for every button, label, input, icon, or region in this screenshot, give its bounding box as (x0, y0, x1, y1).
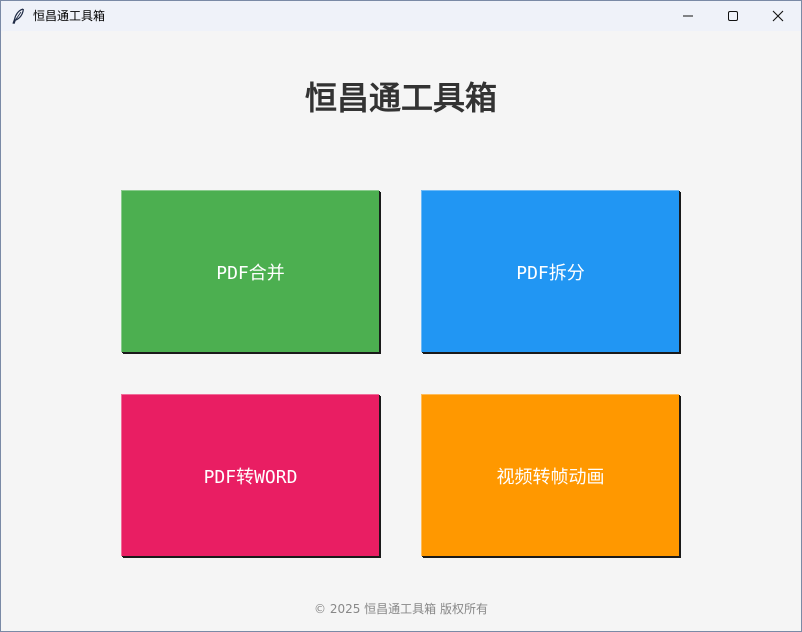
copyright-footer: © 2025 恒昌通工具箱 版权所有 (314, 602, 488, 616)
maximize-button[interactable] (710, 1, 756, 31)
pdf-split-button[interactable]: PDF拆分 (421, 190, 679, 352)
close-button[interactable] (755, 1, 801, 31)
close-icon (772, 7, 784, 26)
feather-icon (11, 8, 25, 24)
window-title: 恒昌通工具箱 (33, 9, 106, 23)
pdf-to-word-button[interactable]: PDF转WORD (121, 394, 379, 556)
maximize-icon (727, 7, 739, 26)
app-window: 恒昌通工具箱 恒昌通工具箱 PDF合并 PDF拆分 PDF转WORD 视频转帧动… (0, 0, 802, 632)
title-bar[interactable]: 恒昌通工具箱 (1, 1, 801, 31)
video-to-frames-button[interactable]: 视频转帧动画 (421, 394, 679, 556)
page-title: 恒昌通工具箱 (304, 79, 497, 117)
main-content: 恒昌通工具箱 PDF合并 PDF拆分 PDF转WORD 视频转帧动画 © 202… (1, 31, 801, 631)
pdf-merge-button[interactable]: PDF合并 (121, 190, 379, 352)
minimize-icon (682, 7, 694, 26)
minimize-button[interactable] (665, 1, 711, 31)
